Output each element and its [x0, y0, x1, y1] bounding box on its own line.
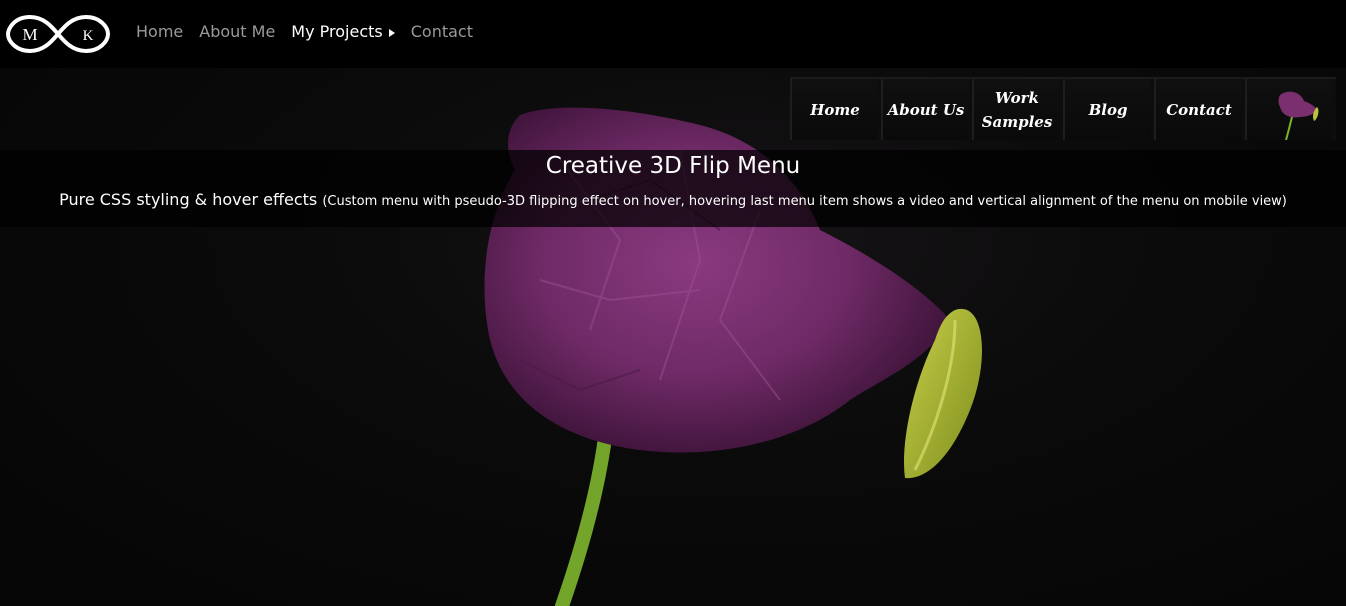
subtitle-detail: (Custom menu with pseudo-3D flipping eff…: [322, 194, 1287, 209]
nav-projects-link[interactable]: My Projects: [291, 22, 395, 41]
poppy-thumbnail-icon: [1278, 91, 1318, 140]
nav-about-link[interactable]: About Me: [199, 22, 275, 41]
top-nav: Home About Me My Projects Contact: [136, 22, 473, 41]
mk-logo-icon[interactable]: M K: [4, 9, 112, 59]
svg-text:M: M: [22, 25, 37, 44]
subtitle-main: Pure CSS styling & hover effects: [59, 190, 318, 209]
caret-right-icon: [388, 28, 395, 37]
nav-projects-label: My Projects: [291, 22, 383, 41]
flip-menu-item-video[interactable]: [1245, 79, 1332, 140]
top-navbar: M K Home About Me My Projects Contact: [0, 0, 1346, 68]
flip-menu-item-home[interactable]: Home: [790, 79, 878, 140]
flip-menu-item-blog[interactable]: Blog: [1063, 79, 1151, 140]
nav-contact-link[interactable]: Contact: [411, 22, 473, 41]
nav-home-link[interactable]: Home: [136, 22, 183, 41]
title-banner: Creative 3D Flip Menu Pure CSS styling &…: [0, 150, 1346, 227]
svg-text:K: K: [83, 28, 94, 44]
page: M K Home About Me My Projects Contact Ho…: [0, 0, 1346, 606]
flip-menu-item-about[interactable]: About Us: [881, 79, 969, 140]
page-title: Creative 3D Flip Menu: [545, 153, 801, 179]
flip-menu-item-contact[interactable]: Contact: [1154, 79, 1242, 140]
flip-menu-item-work-samples[interactable]: Work Samples: [972, 79, 1060, 140]
flip-menu: Home About Us Work Samples Blog Contact: [790, 77, 1336, 140]
page-subtitle: Pure CSS styling & hover effects (Custom…: [0, 188, 1346, 214]
